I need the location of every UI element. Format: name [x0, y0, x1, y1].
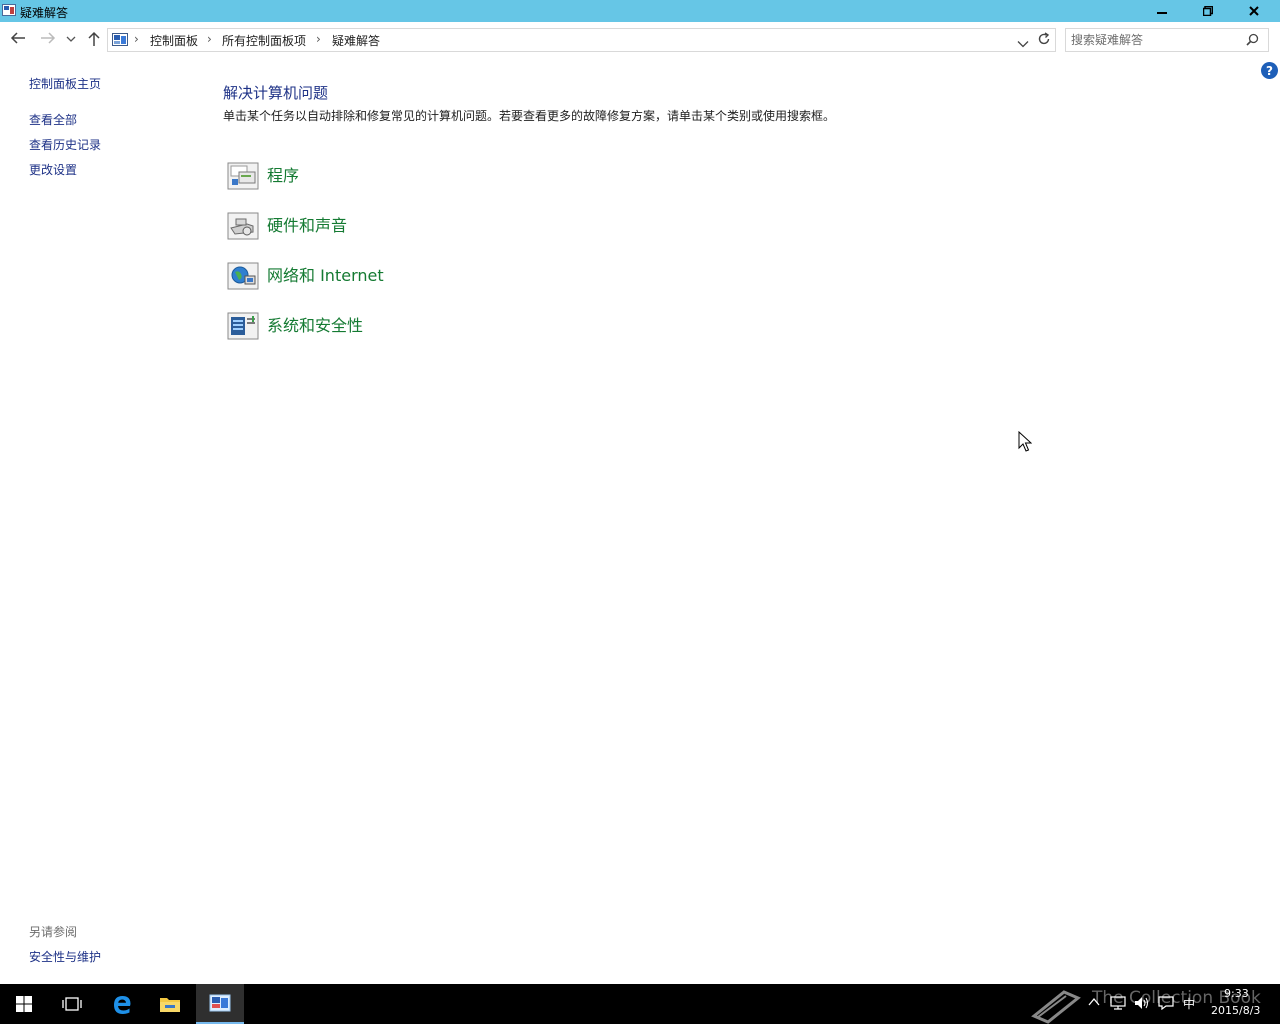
sidebar-view-all[interactable]: 查看全部	[29, 111, 77, 128]
close-button[interactable]	[1232, 0, 1276, 21]
sidebar-view-history[interactable]: 查看历史记录	[29, 136, 101, 153]
input-method-indicator[interactable]: 中	[1183, 995, 1195, 1012]
address-bar[interactable]: › 控制面板 › 所有控制面板项 › 疑难解答	[107, 28, 1056, 52]
category-network-internet[interactable]: 网络和 Internet	[227, 260, 627, 294]
address-history-button[interactable]	[1017, 33, 1029, 52]
search-icon[interactable]	[1246, 33, 1259, 46]
chevron-down-icon	[66, 36, 76, 42]
breadcrumb-separator: ›	[134, 32, 139, 46]
network-internet-icon	[227, 262, 259, 290]
forward-arrow-icon	[41, 32, 56, 44]
minimize-button[interactable]	[1140, 0, 1184, 21]
back-button[interactable]	[10, 31, 26, 45]
category-hardware-sound[interactable]: 硬件和声音	[227, 210, 627, 244]
system-security-icon	[227, 312, 259, 340]
start-button[interactable]	[0, 984, 48, 1024]
mouse-cursor-icon	[1018, 431, 1032, 452]
see-also-security-maintenance[interactable]: 安全性与维护	[29, 948, 101, 965]
hardware-sound-icon	[227, 212, 259, 240]
sidebar-change-settings[interactable]: 更改设置	[29, 161, 77, 178]
sidebar-control-panel-home[interactable]: 控制面板主页	[29, 75, 101, 92]
chevron-down-icon	[1017, 41, 1029, 48]
search-box[interactable]	[1065, 28, 1269, 52]
recent-locations-button[interactable]	[66, 35, 76, 43]
clock-date[interactable]: 2015/8/3	[1211, 1004, 1260, 1017]
close-icon	[1249, 5, 1259, 16]
restore-icon	[1203, 5, 1213, 16]
file-explorer-icon	[160, 998, 180, 1012]
refresh-icon	[1038, 32, 1050, 45]
troubleshooting-app-icon	[2, 4, 16, 16]
restore-button[interactable]	[1186, 0, 1230, 21]
edge-browser-icon	[114, 996, 131, 1014]
forward-button[interactable]	[40, 31, 56, 45]
taskbar-troubleshooting-button[interactable]	[196, 984, 244, 1024]
help-icon[interactable]: ?	[1261, 62, 1278, 79]
search-input[interactable]	[1071, 32, 1241, 48]
control-panel-icon	[209, 994, 231, 1012]
category-label[interactable]: 硬件和声音	[267, 212, 347, 236]
taskbar: The Collection Book 中 9:33 2015/8/3	[0, 984, 1280, 1024]
network-status-icon[interactable]	[1110, 996, 1126, 1010]
up-arrow-icon	[88, 31, 100, 46]
breadcrumb-control-panel[interactable]: 控制面板	[150, 32, 198, 49]
see-also-heading: 另请参阅	[29, 925, 78, 939]
window-title: 疑难解答	[20, 6, 69, 20]
category-label[interactable]: 程序	[267, 162, 299, 186]
breadcrumb-separator: ›	[207, 32, 212, 46]
show-hidden-icons-icon[interactable]	[1088, 996, 1100, 1008]
watermark-logo-icon	[1031, 990, 1081, 1024]
category-programs[interactable]: 程序	[227, 160, 627, 194]
back-arrow-icon	[10, 32, 25, 44]
breadcrumb-separator: ›	[316, 32, 321, 46]
page-title: 解决计算机问题	[223, 84, 329, 102]
volume-icon[interactable]	[1134, 996, 1150, 1010]
programs-icon	[227, 162, 259, 190]
task-view-button[interactable]	[48, 984, 96, 1024]
task-view-icon	[62, 997, 82, 1011]
taskbar-file-explorer-button[interactable]	[146, 984, 194, 1024]
category-label[interactable]: 网络和 Internet	[267, 262, 384, 286]
action-center-icon[interactable]	[1158, 996, 1174, 1010]
refresh-button[interactable]	[1037, 31, 1051, 50]
taskbar-edge-button[interactable]	[98, 984, 146, 1024]
title-bar: 疑难解答	[0, 0, 1280, 22]
up-button[interactable]	[87, 31, 101, 47]
category-system-security[interactable]: 系统和安全性	[227, 310, 627, 344]
windows-logo-icon	[16, 996, 32, 1012]
breadcrumb-all-items[interactable]: 所有控制面板项	[222, 32, 306, 49]
minimize-icon	[1157, 11, 1167, 14]
page-description: 单击某个任务以自动排除和修复常见的计算机问题。若要查看更多的故障修复方案，请单击…	[223, 109, 836, 123]
category-label[interactable]: 系统和安全性	[267, 312, 363, 336]
breadcrumb-troubleshooting[interactable]: 疑难解答	[332, 32, 380, 49]
clock-time[interactable]: 9:33	[1224, 987, 1249, 1000]
control-panel-icon	[112, 33, 128, 46]
